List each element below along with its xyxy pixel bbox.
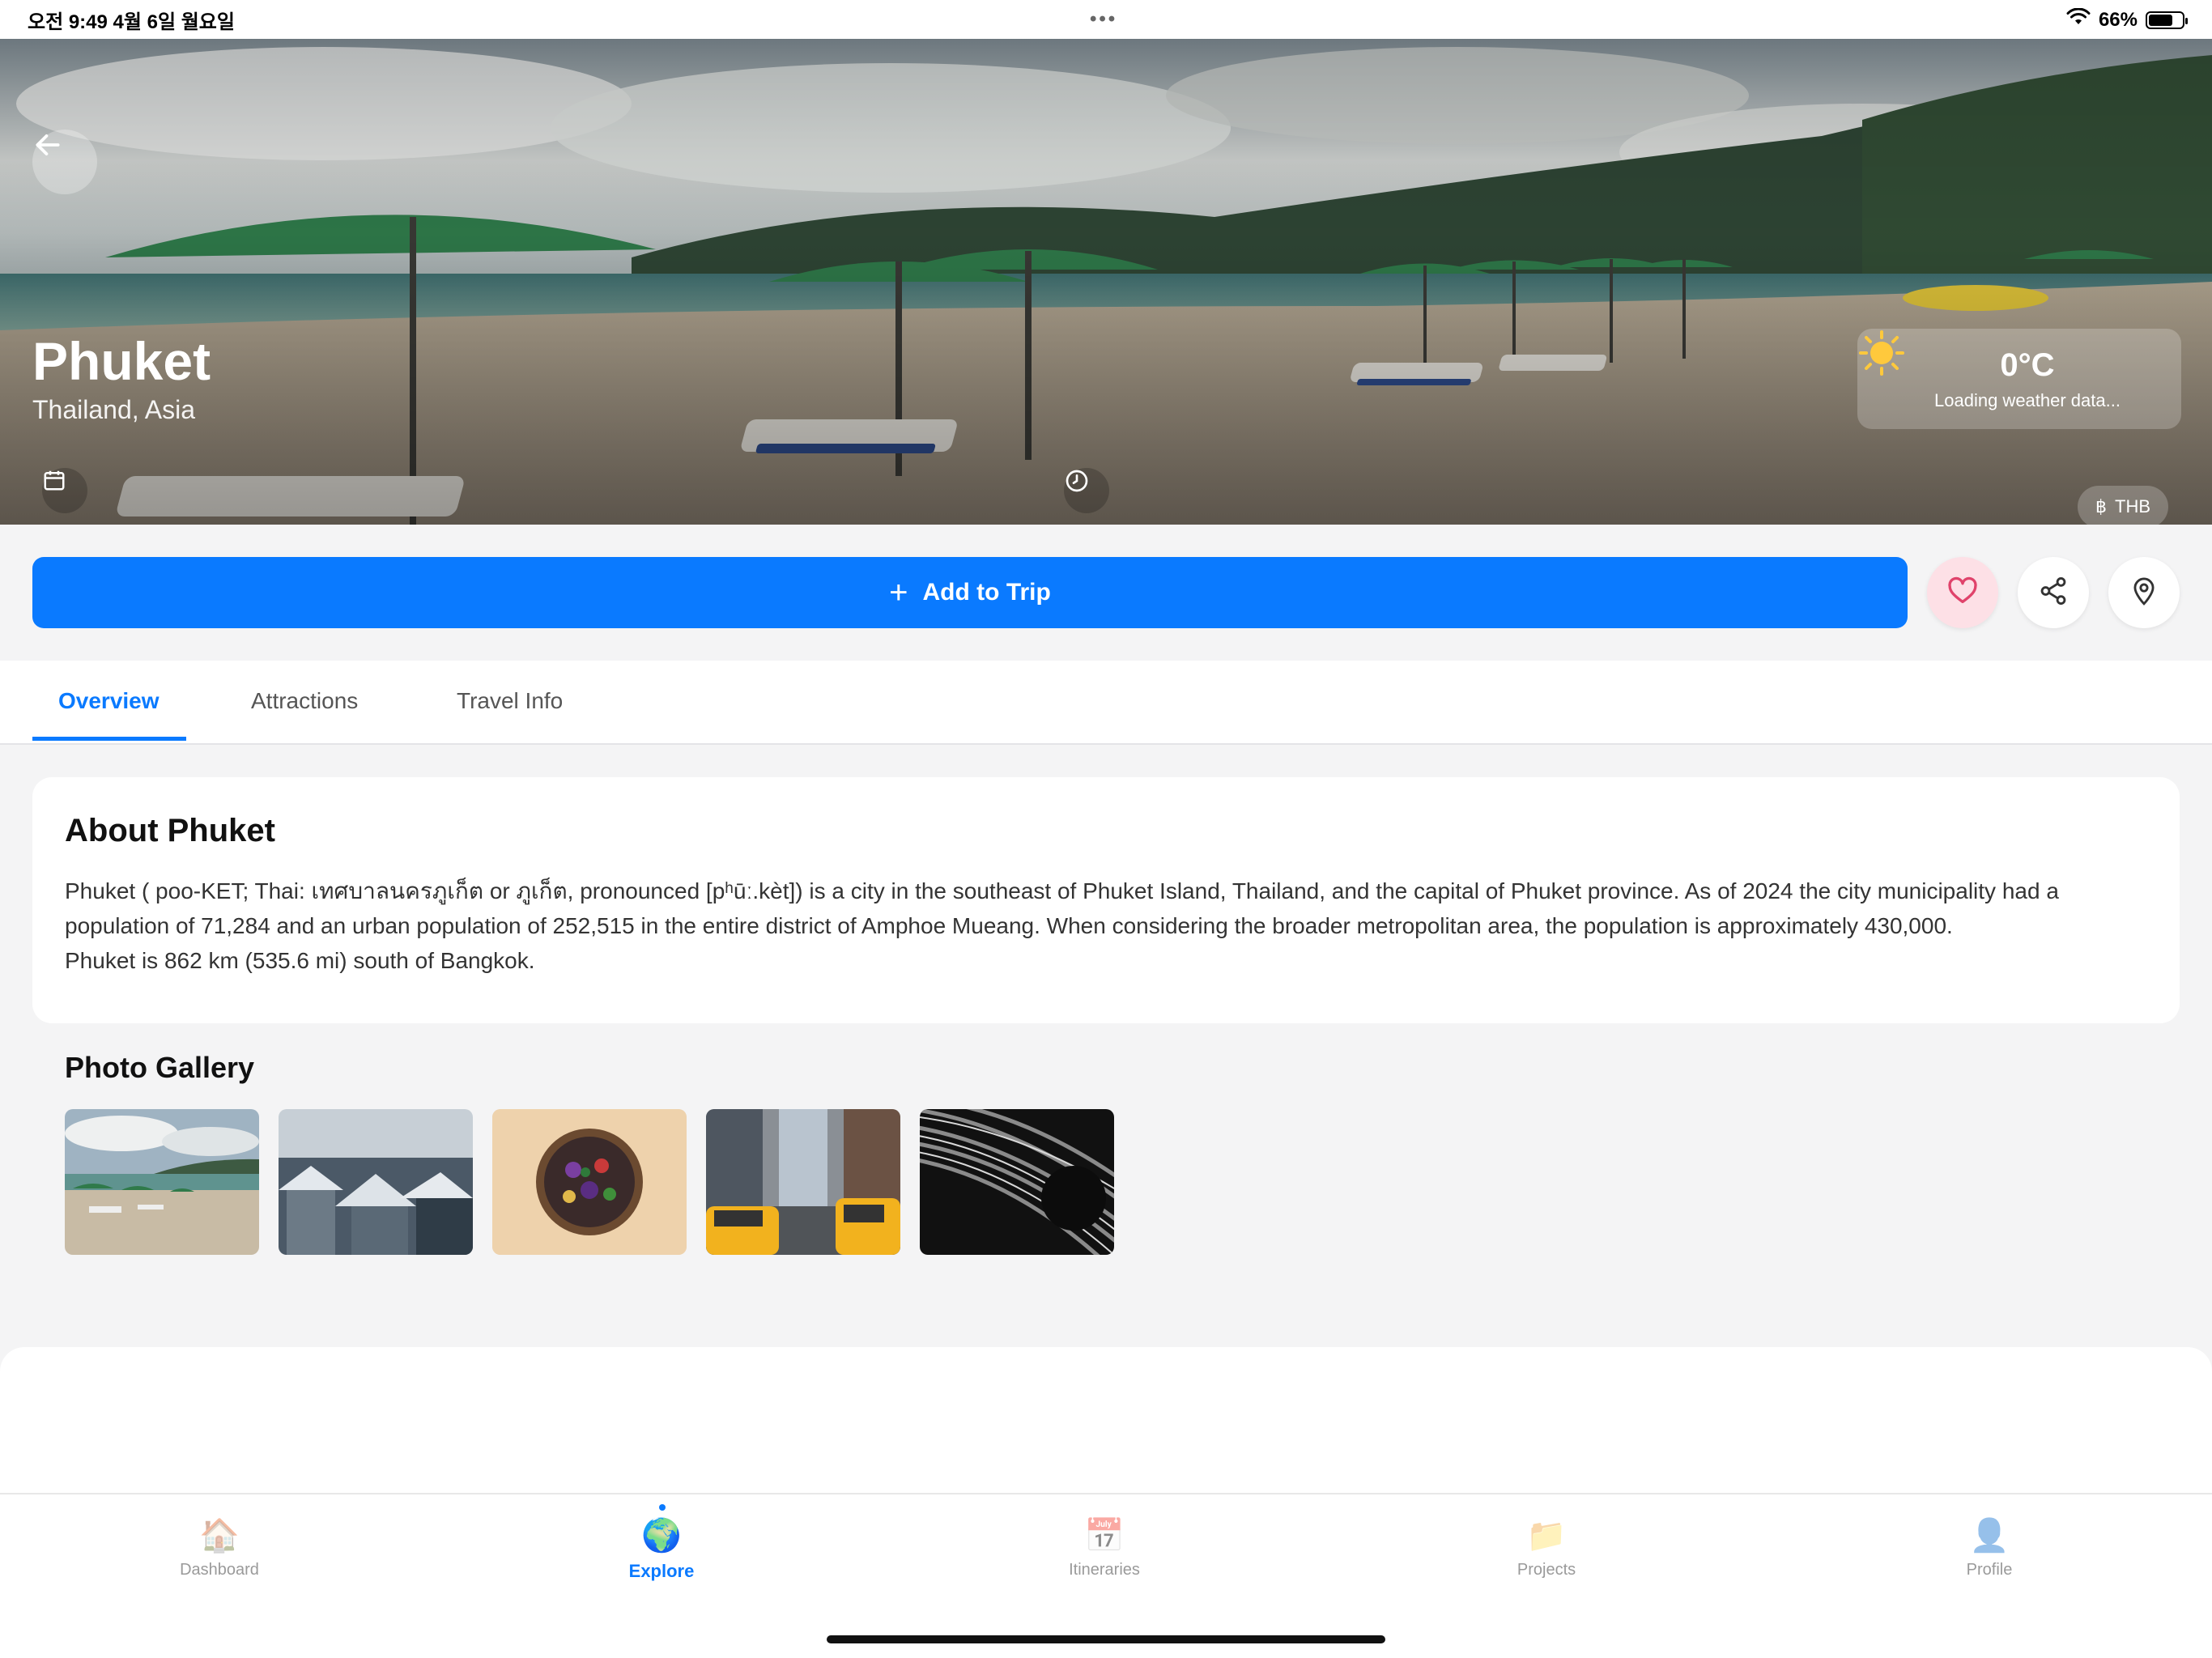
tabbar-item-projects[interactable]: 📁 Projects — [1465, 1516, 1627, 1579]
status-bar: 오전 9:49 4월 6일 월요일 ••• 66% — [0, 0, 2212, 39]
battery-percent: 66% — [2098, 8, 2138, 31]
destination-subtitle: Thailand, Asia — [32, 395, 196, 424]
gallery-photo-abstract-pattern[interactable] — [920, 1109, 1114, 1255]
tabbar-label: Explore — [628, 1561, 695, 1581]
add-to-trip-label: Add to Trip — [922, 579, 1051, 606]
heart-icon — [1946, 575, 1979, 611]
globe-icon: 🌍 — [641, 1518, 682, 1554]
share-button[interactable] — [2018, 557, 2089, 628]
tab-travel-info[interactable]: Travel Info — [457, 688, 563, 714]
tab-overview[interactable]: Overview — [58, 688, 160, 714]
action-bar: + Add to Trip — [0, 525, 2212, 661]
destination-title: Phuket — [32, 331, 211, 391]
battery-icon — [2146, 11, 2188, 29]
gallery-photo-food-bowl[interactable] — [492, 1109, 687, 1255]
baht-icon: ฿ — [2095, 496, 2107, 517]
person-icon: 👤 — [1969, 1518, 2010, 1554]
multitasking-dots[interactable]: ••• — [1090, 8, 1117, 31]
content-tabs: Overview Attractions Travel Info — [0, 661, 2212, 745]
tabbar-item-itineraries[interactable]: 📅 Itineraries — [1023, 1516, 1185, 1579]
currency-badge: ฿ THB — [2078, 486, 2168, 525]
gallery-photo-beach[interactable] — [65, 1109, 259, 1255]
folder-icon: 📁 — [1526, 1518, 1567, 1554]
calendar-button[interactable] — [42, 468, 87, 513]
time-button[interactable] — [1064, 468, 1109, 513]
tab-attractions[interactable]: Attractions — [251, 688, 358, 714]
bottom-tab-bar: 🏠 Dashboard 🌍 Explore 📅 Itineraries 📁 Pr… — [0, 1493, 2212, 1658]
currency-code: THB — [2115, 496, 2150, 517]
tabbar-item-explore[interactable]: 🌍 Explore — [581, 1516, 742, 1582]
tabbar-label: Projects — [1516, 1561, 1576, 1579]
active-tab-dot — [659, 1504, 666, 1511]
temperature: 0°C — [2000, 346, 2055, 383]
add-to-trip-button[interactable]: + Add to Trip — [32, 557, 1908, 628]
active-tab-indicator — [32, 737, 186, 741]
content-footer-area — [0, 1347, 2212, 1493]
status-right: 66% — [2066, 7, 2188, 32]
about-line: Phuket is 862 km (535.6 mi) south of Ban… — [65, 948, 535, 973]
map-pin-icon — [2129, 576, 2159, 610]
back-button[interactable] — [32, 130, 97, 194]
gallery-photo-snowy-city[interactable] — [279, 1109, 473, 1255]
gallery-title: Photo Gallery — [65, 1051, 255, 1084]
gallery-photo-city-taxis[interactable] — [706, 1109, 900, 1255]
hero-banner: Phuket Thailand, Asia 0°C Loading weathe… — [0, 39, 2212, 525]
tabbar-label: Dashboard — [180, 1561, 259, 1579]
about-line: Phuket ( poo-KET; Thai: เทศบาลนครภูเก็ต … — [65, 878, 2059, 903]
tabbar-item-profile[interactable]: 👤 Profile — [1908, 1516, 2070, 1579]
home-indicator[interactable] — [827, 1635, 1385, 1643]
status-time: 오전 9:49 4월 6일 월요일 — [28, 11, 235, 33]
house-icon: 🏠 — [199, 1518, 240, 1554]
tabbar-label: Itineraries — [1069, 1561, 1140, 1579]
about-card: About Phuket Phuket ( poo-KET; Thai: เทศ… — [32, 777, 2180, 1023]
weather-widget: 0°C Loading weather data... — [1857, 329, 2181, 429]
about-line: population of 71,284 and an urban popula… — [65, 913, 1953, 938]
map-button[interactable] — [2108, 557, 2180, 628]
about-body: Phuket ( poo-KET; Thai: เทศบาลนครภูเก็ต … — [65, 874, 2147, 978]
tabbar-item-dashboard[interactable]: 🏠 Dashboard — [138, 1516, 300, 1579]
tabbar-label: Profile — [1966, 1561, 2013, 1579]
favorite-button[interactable] — [1927, 557, 1998, 628]
wifi-icon — [2066, 7, 2091, 32]
share-icon — [2038, 576, 2069, 610]
calendar-icon: 📅 — [1084, 1518, 1125, 1554]
about-title: About Phuket — [65, 813, 275, 848]
weather-status: Loading weather data... — [1934, 389, 2121, 410]
plus-icon: + — [889, 574, 908, 610]
